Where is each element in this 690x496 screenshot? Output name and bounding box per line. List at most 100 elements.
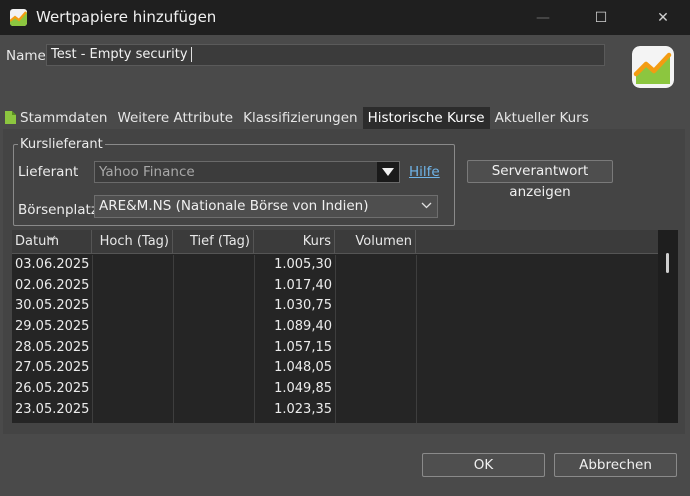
exchange-label: Börsenplatz — [18, 202, 98, 218]
cell-date: 27.05.2025 — [15, 360, 90, 376]
cell-close: 1.005,30 — [274, 257, 332, 272]
tab-weitere-attribute[interactable]: Weitere Attribute — [112, 107, 238, 129]
cell-close: 1.023,35 — [274, 401, 332, 417]
column-header-label: Kurs — [302, 234, 331, 249]
tab-klassifizierungen[interactable]: Klassifizierungen — [238, 107, 362, 129]
cell-low — [173, 296, 254, 317]
cell-close: 1.089,40 — [274, 319, 332, 335]
cell-low — [173, 400, 254, 421]
tab-label: Aktueller Kurs — [494, 110, 589, 126]
column-header-label: Tief (Tag) — [189, 234, 250, 249]
tab-label: Historische Kurse — [367, 110, 485, 126]
cell-high — [92, 255, 173, 276]
cell-high — [92, 400, 173, 421]
window-title: Wertpapiere hinzufügen — [36, 8, 217, 26]
table-row[interactable]: 29.05.2025 1.089,40 — [12, 317, 658, 338]
cell-date: 26.05.2025 — [15, 381, 90, 397]
cell-low — [173, 255, 254, 276]
cell-close: 1.057,15 — [274, 339, 332, 355]
portfolio-logo-icon — [632, 46, 674, 88]
tab-bar: Stammdaten Weitere Attribute Klassifizie… — [0, 107, 690, 129]
ok-button[interactable]: OK — [422, 453, 545, 477]
tab-label: Stammdaten — [20, 110, 108, 126]
column-header-label: Hoch (Tag) — [99, 234, 169, 249]
cell-volume — [335, 379, 416, 400]
help-link[interactable]: Hilfe — [409, 164, 440, 180]
cell-low — [173, 338, 254, 359]
cell-date: 29.05.2025 — [15, 319, 90, 335]
scrollbar-thumb[interactable] — [666, 253, 669, 273]
table-row[interactable]: 28.05.2025 1.057,15 — [12, 338, 658, 359]
maximize-icon: ☐ — [594, 9, 608, 26]
show-server-response-button[interactable]: Serverantwort anzeigen — [467, 160, 613, 200]
close-icon: ✕ — [657, 9, 669, 26]
sort-descending-icon — [46, 226, 56, 250]
column-header-date[interactable]: Datum — [12, 230, 92, 254]
cell-date: 28.05.2025 — [15, 339, 90, 355]
tab-stammdaten[interactable]: Stammdaten — [0, 107, 112, 129]
cell-high — [92, 358, 173, 379]
name-input[interactable]: Test - Empty security — [46, 44, 605, 66]
maximize-button[interactable]: ☐ — [578, 0, 624, 35]
vertical-scrollbar[interactable] — [658, 230, 678, 423]
exchange-select[interactable]: ARE&M.NS (Nationale Börse von Indien) — [94, 195, 438, 218]
app-logo-icon — [10, 9, 27, 26]
name-input-value: Test - Empty security — [51, 47, 188, 62]
cell-date: 23.05.2025 — [15, 401, 90, 417]
quotes-table: Datum Hoch (Tag) Tief (Tag) Kurs Volumen… — [12, 230, 678, 423]
table-row[interactable]: 03.06.2025 1.005,30 — [12, 255, 658, 276]
cell-high — [92, 338, 173, 359]
table-row[interactable]: 26.05.2025 1.049,85 — [12, 379, 658, 400]
cell-volume — [335, 255, 416, 276]
cell-date: 02.06.2025 — [15, 277, 90, 293]
tab-label: Weitere Attribute — [117, 110, 234, 126]
table-header: Datum Hoch (Tag) Tief (Tag) Kurs Volumen — [12, 230, 658, 254]
provider-select[interactable]: Yahoo Finance — [94, 161, 400, 183]
chevron-down-icon — [421, 198, 432, 219]
cell-volume — [335, 358, 416, 379]
cell-high — [92, 276, 173, 297]
minimize-button[interactable]: — — [520, 0, 566, 35]
group-title: Kurslieferant — [18, 137, 105, 152]
cell-date: 30.05.2025 — [15, 298, 90, 314]
tab-label: Klassifizierungen — [243, 110, 358, 126]
cell-close: 1.030,75 — [274, 298, 332, 314]
cell-date: 03.06.2025 — [15, 257, 90, 272]
cell-volume — [335, 338, 416, 359]
cell-close: 1.049,85 — [274, 381, 332, 397]
column-header-label: Volumen — [355, 234, 412, 249]
exchange-select-value: ARE&M.NS (Nationale Börse von Indien) — [99, 198, 369, 214]
cell-volume — [335, 276, 416, 297]
column-header-close[interactable]: Kurs — [254, 230, 335, 254]
tab-historische-kurse[interactable]: Historische Kurse — [362, 107, 490, 129]
cell-low — [173, 358, 254, 379]
cell-volume — [335, 296, 416, 317]
title-bar: Wertpapiere hinzufügen — ☐ ✕ — [0, 0, 690, 35]
column-header-low[interactable]: Tief (Tag) — [173, 230, 254, 254]
table-row[interactable]: 30.05.2025 1.030,75 — [12, 296, 658, 317]
cancel-button[interactable]: Abbrechen — [554, 453, 677, 477]
table-body: 03.06.2025 1.005,30 02.06.2025 1.017,40 30.0… — [12, 255, 658, 421]
cell-volume — [335, 400, 416, 421]
cell-volume — [335, 317, 416, 338]
text-caret — [190, 47, 192, 62]
close-button[interactable]: ✕ — [640, 0, 686, 35]
cell-high — [92, 317, 173, 338]
name-label: Name — [6, 48, 46, 64]
table-row[interactable]: 27.05.2025 1.048,05 — [12, 358, 658, 379]
tab-aktueller-kurs[interactable]: Aktueller Kurs — [490, 107, 594, 129]
table-row[interactable]: 23.05.2025 1.023,35 — [12, 400, 658, 421]
cell-low — [173, 379, 254, 400]
cell-low — [173, 317, 254, 338]
cell-close: 1.048,05 — [274, 360, 332, 376]
cell-low — [173, 276, 254, 297]
table-row[interactable]: 02.06.2025 1.017,40 — [12, 276, 658, 297]
cell-high — [92, 296, 173, 317]
cell-close: 1.017,40 — [274, 277, 332, 293]
column-header-volume[interactable]: Volumen — [335, 230, 416, 254]
provider-select-value: Yahoo Finance — [99, 164, 195, 180]
minimize-icon: — — [536, 9, 550, 26]
column-header-high[interactable]: Hoch (Tag) — [92, 230, 173, 254]
cell-high — [92, 379, 173, 400]
provider-label: Lieferant — [18, 164, 79, 180]
